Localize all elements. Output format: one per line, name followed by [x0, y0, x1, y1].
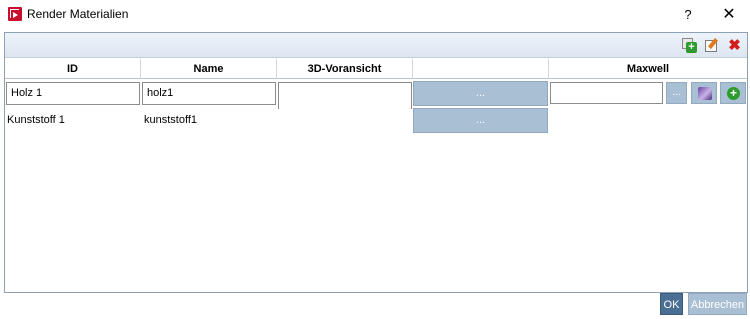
maxwell-field[interactable] — [550, 82, 663, 104]
column-header-3d-preview[interactable]: 3D-Voransicht — [277, 59, 413, 79]
add-record-icon[interactable]: + — [682, 38, 697, 53]
maxwell-icon — [698, 87, 712, 100]
name-cell: kunststoff1 — [144, 114, 197, 126]
edit-record-icon[interactable] — [705, 38, 720, 53]
table-header: ID Name 3D-Voransicht Maxwell — [5, 59, 747, 79]
delete-icon[interactable]: ✖ — [727, 38, 742, 53]
table-row[interactable]: Kunststoff 1 kunststoff1 ... — [5, 107, 747, 134]
column-header-id[interactable]: ID — [5, 59, 141, 79]
name-field[interactable]: holz1 — [142, 82, 276, 105]
column-header-name[interactable]: Name — [141, 59, 277, 79]
help-button[interactable]: ? — [676, 4, 700, 26]
id-cell: Kunststoff 1 — [7, 114, 65, 126]
table-toolbar: + ✖ — [5, 33, 747, 58]
ok-button[interactable]: OK — [660, 293, 683, 315]
window-title: Render Materialien — [27, 7, 129, 21]
materials-panel: + ✖ ID Name 3D-Voransicht Maxwell Holz 1… — [4, 32, 748, 293]
column-header-actions[interactable] — [413, 59, 549, 79]
column-header-maxwell[interactable]: Maxwell — [549, 59, 747, 79]
add-maxwell-button[interactable]: + — [720, 82, 746, 104]
3d-preview-cell[interactable] — [278, 82, 412, 109]
material-edit-button[interactable]: ... — [413, 81, 548, 106]
dialog-window: Render Materialien ? ✕ + ✖ ID Name 3D-Vo… — [0, 0, 750, 319]
plus-circle-icon: + — [727, 87, 740, 100]
cancel-button[interactable]: Abbrechen — [688, 293, 747, 315]
app-icon — [8, 7, 22, 21]
material-edit-button[interactable]: ... — [413, 108, 548, 133]
close-button[interactable]: ✕ — [717, 4, 741, 26]
id-field[interactable]: Holz 1 — [6, 82, 140, 105]
maxwell-browse-button[interactable]: ... — [666, 82, 687, 104]
title-bar: Render Materialien ? ✕ — [0, 0, 750, 30]
table-row[interactable]: Holz 1 holz1 ... ... + — [5, 80, 747, 109]
maxwell-material-button[interactable] — [691, 82, 717, 104]
